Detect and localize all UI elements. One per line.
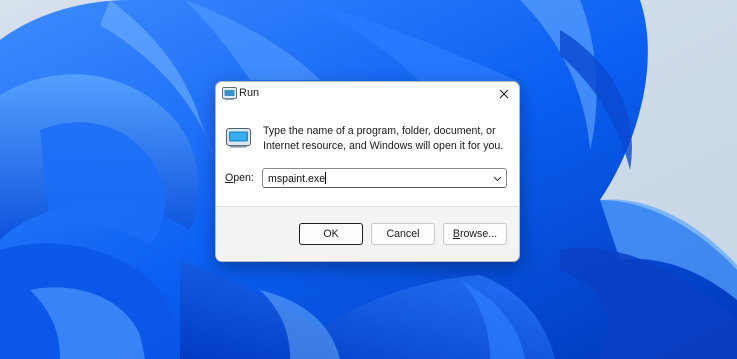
run-icon-large: [226, 128, 251, 148]
ok-button-label: OK: [323, 228, 339, 240]
open-input-value: mspaint.exe: [268, 173, 326, 185]
ok-button[interactable]: OK: [299, 223, 363, 245]
run-dialog: Run Type the name of a program, folder, …: [215, 81, 520, 262]
chevron-down-icon[interactable]: [493, 174, 502, 183]
open-input[interactable]: mspaint.exe: [268, 172, 327, 186]
browse-button-label: rowse...: [459, 228, 498, 240]
title-bar[interactable]: Run: [216, 82, 519, 106]
open-label-text: pen:: [233, 172, 254, 184]
browse-access-key: B: [452, 228, 460, 240]
run-icon: [222, 87, 237, 100]
dialog-title: Run: [239, 87, 260, 99]
text-cursor: [325, 172, 327, 184]
open-label: Open:: [225, 172, 254, 185]
dialog-footer: OK Cancel Browse...: [216, 206, 519, 261]
cancel-button[interactable]: Cancel: [371, 223, 435, 245]
cancel-button-label: Cancel: [386, 228, 420, 240]
close-button[interactable]: [493, 84, 515, 104]
dialog-message: Type the name of a program, folder, docu…: [263, 125, 504, 152]
open-label-access-key: O: [225, 172, 234, 184]
browse-button[interactable]: Browse...: [443, 223, 507, 245]
open-combobox[interactable]: mspaint.exe: [262, 168, 507, 188]
close-icon: [499, 89, 509, 99]
